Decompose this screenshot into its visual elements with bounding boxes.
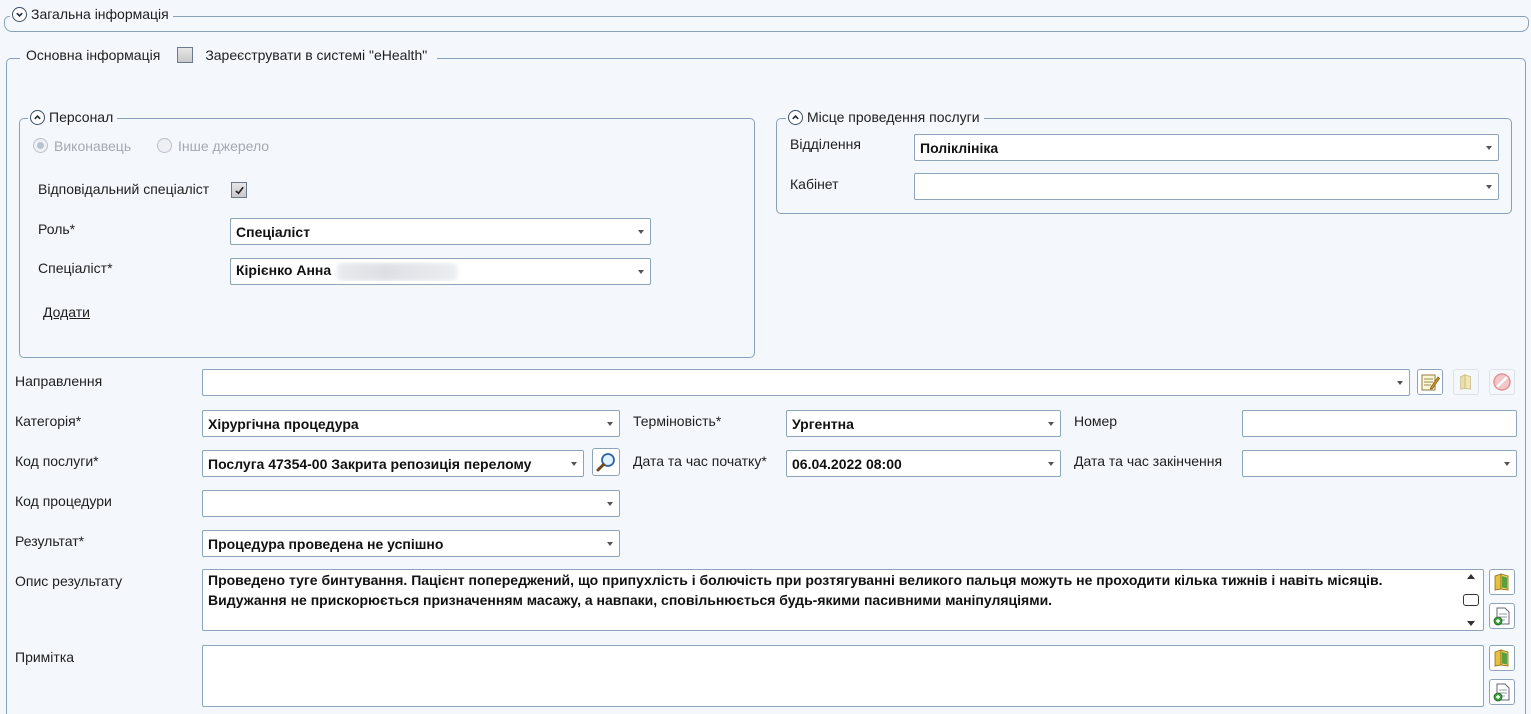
- chevron-up-icon[interactable]: [30, 109, 45, 125]
- other-source-radio[interactable]: [157, 138, 172, 153]
- start-datetime-label: Дата та час початку*: [633, 453, 767, 469]
- executor-radio-label: Виконавець: [54, 138, 132, 154]
- dropdown-arrow-icon[interactable]: [1498, 451, 1516, 476]
- general-info-frame: [4, 16, 1529, 32]
- start-datetime-value: 06.04.2022 08:00: [792, 455, 902, 472]
- basic-info-header: Основна інформація Зареєструвати в систе…: [20, 47, 438, 63]
- referral-select[interactable]: [202, 369, 1410, 396]
- specialist-label: Спеціаліст*: [38, 260, 113, 276]
- dropdown-arrow-icon[interactable]: [1480, 174, 1498, 199]
- service-code-label: Код послуги*: [15, 453, 99, 469]
- role-label: Роль*: [38, 221, 76, 237]
- specialist-value: Кірієнко Анна: [236, 262, 332, 279]
- add-document-icon[interactable]: [1489, 603, 1515, 629]
- start-datetime-select[interactable]: 06.04.2022 08:00: [786, 450, 1061, 477]
- result-label: Результат*: [15, 533, 85, 549]
- book-icon[interactable]: [1489, 569, 1515, 595]
- magnifier-icon[interactable]: [592, 448, 620, 476]
- chevron-up-icon[interactable]: [788, 109, 803, 125]
- specialist-select[interactable]: Кірієнко Анна: [230, 258, 651, 285]
- result-description-textarea[interactable]: Проведено туге бинтування. Пацієнт попер…: [202, 569, 1484, 631]
- scroll-thumb[interactable]: [1463, 594, 1479, 606]
- place-header[interactable]: Місце проведення послуги: [786, 109, 984, 125]
- number-label: Номер: [1074, 413, 1118, 429]
- dropdown-arrow-icon[interactable]: [601, 491, 619, 516]
- end-datetime-select[interactable]: [1242, 450, 1517, 477]
- end-datetime-label: Дата та час закінчення: [1074, 453, 1223, 469]
- responsible-specialist-checkbox[interactable]: [231, 182, 247, 198]
- cancel-icon[interactable]: [1489, 369, 1515, 395]
- service-code-select[interactable]: Послуга 47354-00 Закрита репозиція перел…: [202, 450, 584, 477]
- cabinet-label: Кабінет: [790, 176, 839, 192]
- book-icon[interactable]: [1453, 369, 1479, 395]
- chevron-down-icon[interactable]: [12, 6, 27, 22]
- department-label: Відділення: [790, 136, 861, 152]
- dropdown-arrow-icon[interactable]: [1480, 135, 1498, 160]
- add-specialist-link[interactable]: Додати: [43, 304, 90, 320]
- note-textarea[interactable]: [202, 645, 1484, 707]
- department-select[interactable]: Поліклініка: [914, 134, 1499, 161]
- dropdown-arrow-icon[interactable]: [1042, 451, 1060, 476]
- referral-label: Направлення: [15, 373, 103, 389]
- other-source-radio-label: Інше джерело: [178, 138, 270, 154]
- category-select[interactable]: Хірургічна процедура: [202, 410, 620, 437]
- result-description-text: Проведено туге бинтування. Пацієнт попер…: [208, 572, 1383, 608]
- dropdown-arrow-icon[interactable]: [632, 259, 650, 284]
- urgency-select[interactable]: Ургентна: [786, 410, 1061, 437]
- result-select[interactable]: Процедура проведена не успішно: [202, 530, 620, 557]
- personnel-title: Персонал: [49, 109, 114, 125]
- redacted-name: [337, 262, 458, 281]
- department-value: Поліклініка: [920, 139, 999, 156]
- scroll-down-icon[interactable]: [1466, 620, 1476, 628]
- scroll-up-icon[interactable]: [1466, 572, 1476, 580]
- basic-info-title: Основна інформація: [26, 47, 161, 63]
- note-label: Примітка: [15, 649, 75, 665]
- role-value: Спеціаліст: [236, 223, 311, 240]
- vertical-scrollbar[interactable]: [1461, 572, 1481, 628]
- dropdown-arrow-icon[interactable]: [601, 531, 619, 556]
- dropdown-arrow-icon[interactable]: [1042, 411, 1060, 436]
- personnel-header[interactable]: Персонал: [28, 109, 118, 125]
- register-ehealth-label: Зареєструвати в системі "eHealth": [205, 47, 428, 63]
- category-label: Категорія*: [15, 413, 82, 429]
- urgency-value: Ургентна: [792, 415, 854, 432]
- category-value: Хірургічна процедура: [208, 415, 359, 432]
- general-info-header[interactable]: Загальна інформація: [10, 6, 173, 22]
- dropdown-arrow-icon[interactable]: [565, 451, 583, 476]
- add-document-icon[interactable]: [1489, 679, 1515, 705]
- executor-radio[interactable]: [33, 138, 48, 153]
- dropdown-arrow-icon[interactable]: [601, 411, 619, 436]
- role-select[interactable]: Спеціаліст: [230, 218, 651, 245]
- register-ehealth-checkbox[interactable]: [177, 47, 194, 63]
- dropdown-arrow-icon[interactable]: [1391, 370, 1409, 395]
- book-icon[interactable]: [1489, 645, 1515, 671]
- responsible-specialist-label: Відповідальний спеціаліст: [38, 181, 210, 197]
- procedure-code-select[interactable]: [202, 490, 620, 517]
- general-info-title: Загальна інформація: [31, 6, 169, 22]
- procedure-code-label: Код процедури: [15, 493, 112, 509]
- dropdown-arrow-icon[interactable]: [632, 219, 650, 244]
- urgency-label: Терміновість*: [633, 413, 722, 429]
- result-description-label: Опис результату: [15, 573, 123, 589]
- place-title: Місце проведення послуги: [807, 109, 980, 125]
- cabinet-select[interactable]: [914, 173, 1499, 200]
- result-value: Процедура проведена не успішно: [208, 535, 444, 552]
- checkmark-icon: [234, 186, 244, 194]
- service-code-value: Послуга 47354-00 Закрита репозиція перел…: [208, 455, 532, 472]
- number-input[interactable]: [1242, 410, 1517, 437]
- edit-note-icon[interactable]: [1417, 369, 1443, 395]
